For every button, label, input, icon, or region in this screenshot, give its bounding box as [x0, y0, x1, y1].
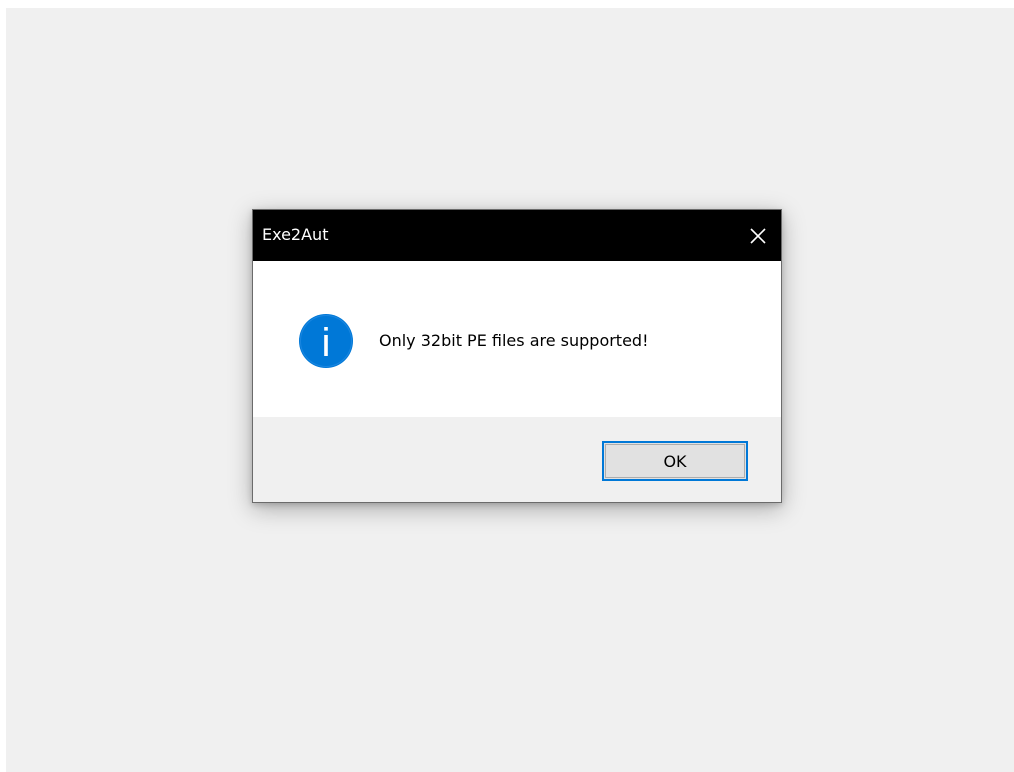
- dialog-title: Exe2Aut: [262, 225, 329, 244]
- message-area: Only 32bit PE files are supported!: [253, 261, 781, 417]
- ok-button[interactable]: OK: [602, 441, 748, 481]
- close-button[interactable]: [735, 210, 781, 261]
- message-text: Only 32bit PE files are supported!: [379, 331, 649, 350]
- info-icon: [299, 314, 353, 368]
- ok-button-label: OK: [663, 451, 687, 471]
- button-bar: OK: [253, 417, 781, 502]
- message-box-dialog: Exe2Aut Only 32bit PE files are supporte…: [252, 209, 782, 503]
- close-icon: [750, 227, 766, 244]
- title-bar[interactable]: Exe2Aut: [253, 210, 781, 261]
